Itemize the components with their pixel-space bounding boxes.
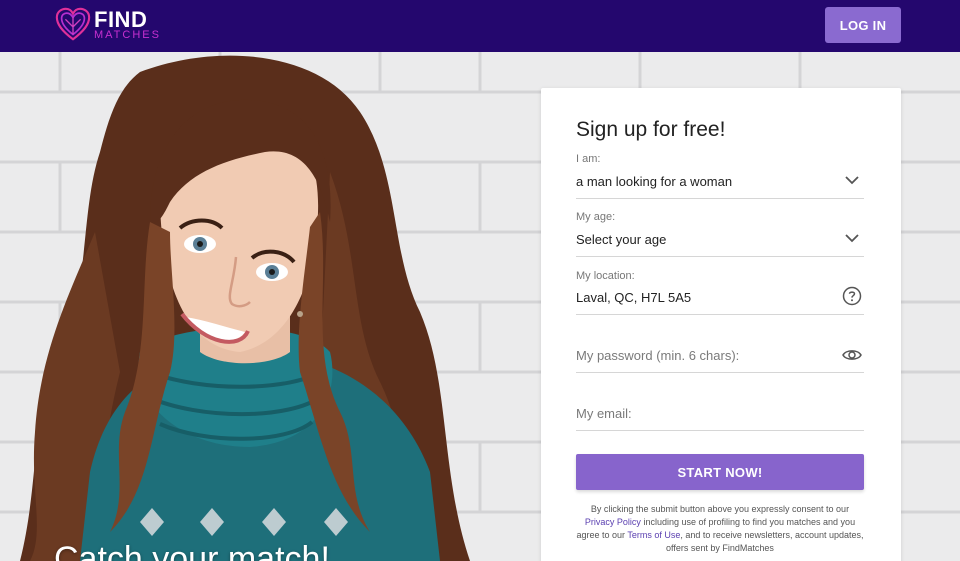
password-input[interactable]: My password (min. 6 chars): xyxy=(576,328,864,373)
email-placeholder: My email: xyxy=(576,406,632,421)
hero-tagline: Catch your match! xyxy=(54,540,330,561)
terms-of-use-link[interactable]: Terms of Use xyxy=(627,530,680,540)
location-value: Laval, QC, H7L 5A5 xyxy=(576,290,692,305)
chevron-down-icon xyxy=(845,234,859,243)
eye-icon[interactable] xyxy=(842,345,862,365)
location-label: My location: xyxy=(576,270,635,282)
consent-disclaimer: By clicking the submit button above you … xyxy=(576,503,864,555)
password-placeholder: My password (min. 6 chars): xyxy=(576,348,740,363)
logo-wordmark-matches: MATCHES xyxy=(94,29,161,41)
age-select[interactable]: My age: Select your age xyxy=(576,210,864,257)
chevron-down-icon xyxy=(845,176,859,185)
age-label: My age: xyxy=(576,211,616,223)
gender-seeking-label: I am: xyxy=(576,153,601,165)
login-button[interactable]: LOG IN xyxy=(825,7,901,43)
findmatches-logo[interactable]: FIND MATCHES xyxy=(54,6,161,44)
gender-seeking-value: a man looking for a woman xyxy=(576,174,733,189)
email-input[interactable]: My email: xyxy=(576,386,864,431)
gender-seeking-select[interactable]: I am: a man looking for a woman xyxy=(576,152,864,199)
location-input[interactable]: My location: Laval, QC, H7L 5A5 xyxy=(576,269,864,315)
disclaimer-text-3: , and to receive newsletters, account up… xyxy=(666,530,864,553)
logo-wordmark-find: FIND xyxy=(94,7,148,32)
help-circle-icon[interactable] xyxy=(842,286,862,306)
privacy-policy-link[interactable]: Privacy Policy xyxy=(585,517,641,527)
signup-title: Sign up for free! xyxy=(576,118,726,141)
signup-form-card: Sign up for free! I am: a man looking fo… xyxy=(541,88,901,561)
heart-logo-icon xyxy=(55,7,91,41)
top-nav-bar: FIND MATCHES LOG IN xyxy=(0,0,960,52)
hero-woman-photo xyxy=(20,55,470,561)
start-now-button[interactable]: START NOW! xyxy=(576,454,864,490)
disclaimer-text-1: By clicking the submit button above you … xyxy=(590,504,850,514)
age-value: Select your age xyxy=(576,232,667,247)
